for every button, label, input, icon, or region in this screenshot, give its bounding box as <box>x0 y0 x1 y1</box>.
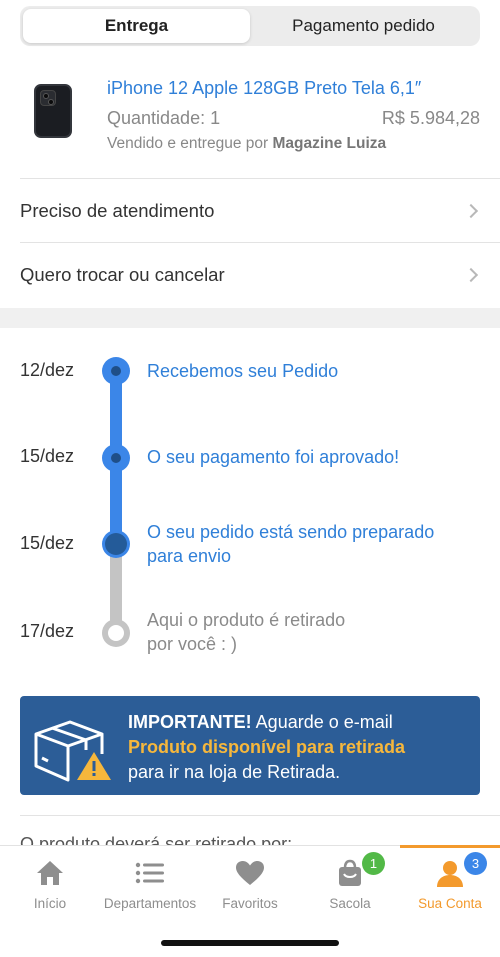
chevron-right-icon <box>463 203 479 219</box>
timeline-node-pending <box>102 619 130 647</box>
timeline-date: 15/dez <box>20 446 75 466</box>
tab-entrega[interactable]: Entrega <box>23 9 250 43</box>
account-notification-badge: 3 <box>464 852 487 875</box>
important-highlight: Produto disponível para retirada <box>128 737 406 757</box>
bag-icon <box>339 859 361 886</box>
nav-sua-conta[interactable]: 3 Sua Conta <box>400 852 500 911</box>
delivery-payment-tabs: Entrega Pagamento pedido <box>20 6 480 46</box>
timeline-step-text: O seu pedido está sendo preparado para e… <box>147 522 435 566</box>
package-warning-icon <box>34 720 111 782</box>
important-text: IMPORTANTE! Aguarde o e-mail Produto dis… <box>128 710 468 785</box>
cart-count-badge: 1 <box>362 852 385 875</box>
home-icon <box>37 861 63 885</box>
product-image <box>34 84 72 138</box>
timeline-node-done <box>102 357 130 385</box>
menu-item-label: Preciso de atendimento <box>20 200 215 221</box>
menu-item-label: Quero trocar ou cancelar <box>20 264 225 285</box>
timeline-node-done <box>102 444 130 472</box>
nav-sacola[interactable]: 1 Sacola <box>300 852 400 911</box>
nav-inicio[interactable]: Início <box>0 858 100 911</box>
product-title[interactable]: iPhone 12 Apple 128GB Preto Tela 6,1″ <box>107 78 421 99</box>
tab-pagamento-pedido[interactable]: Pagamento pedido <box>250 9 477 43</box>
camera-module-icon <box>40 90 56 106</box>
timeline-step-text: O seu pagamento foi aprovado! <box>147 447 400 467</box>
nav-favoritos[interactable]: Favoritos <box>200 858 300 911</box>
nav-departamentos[interactable]: Departamentos <box>100 858 200 911</box>
section-separator <box>0 308 500 328</box>
divider <box>20 242 500 243</box>
product-seller: Vendido e entregue por Magazine Luiza <box>107 135 386 153</box>
home-indicator <box>161 940 339 946</box>
product-quantity: Quantidade: 1 <box>107 108 221 128</box>
user-icon <box>437 861 463 887</box>
divider <box>20 178 500 179</box>
timeline-node-current <box>102 530 130 558</box>
timeline-date: 15/dez <box>20 533 75 553</box>
seller-name: Magazine Luiza <box>272 135 387 152</box>
heart-icon <box>236 861 264 885</box>
active-tab-indicator <box>400 845 500 848</box>
important-notice: IMPORTANTE! Aguarde o e-mail Produto dis… <box>20 696 480 795</box>
product-summary[interactable]: iPhone 12 Apple 128GB Preto Tela 6,1″ Qu… <box>20 72 480 172</box>
timeline-date: 12/dez <box>20 360 75 380</box>
chevron-right-icon <box>463 267 479 283</box>
product-price: R$ 5.984,28 <box>381 108 480 128</box>
important-title: IMPORTANTE! <box>128 712 252 732</box>
timeline-step-text: Recebemos seu Pedido <box>147 361 339 381</box>
menu-item-atendimento[interactable]: Preciso de atendimento <box>20 181 480 241</box>
timeline-step-text: Aqui o produto é retirado por você : ) <box>147 610 346 654</box>
seller-prefix: Vendido e entregue por <box>107 135 269 152</box>
menu-item-trocar-cancelar[interactable]: Quero trocar ou cancelar <box>20 245 480 305</box>
timeline-date: 17/dez <box>20 621 75 641</box>
list-icon <box>135 862 164 884</box>
divider <box>20 815 500 816</box>
